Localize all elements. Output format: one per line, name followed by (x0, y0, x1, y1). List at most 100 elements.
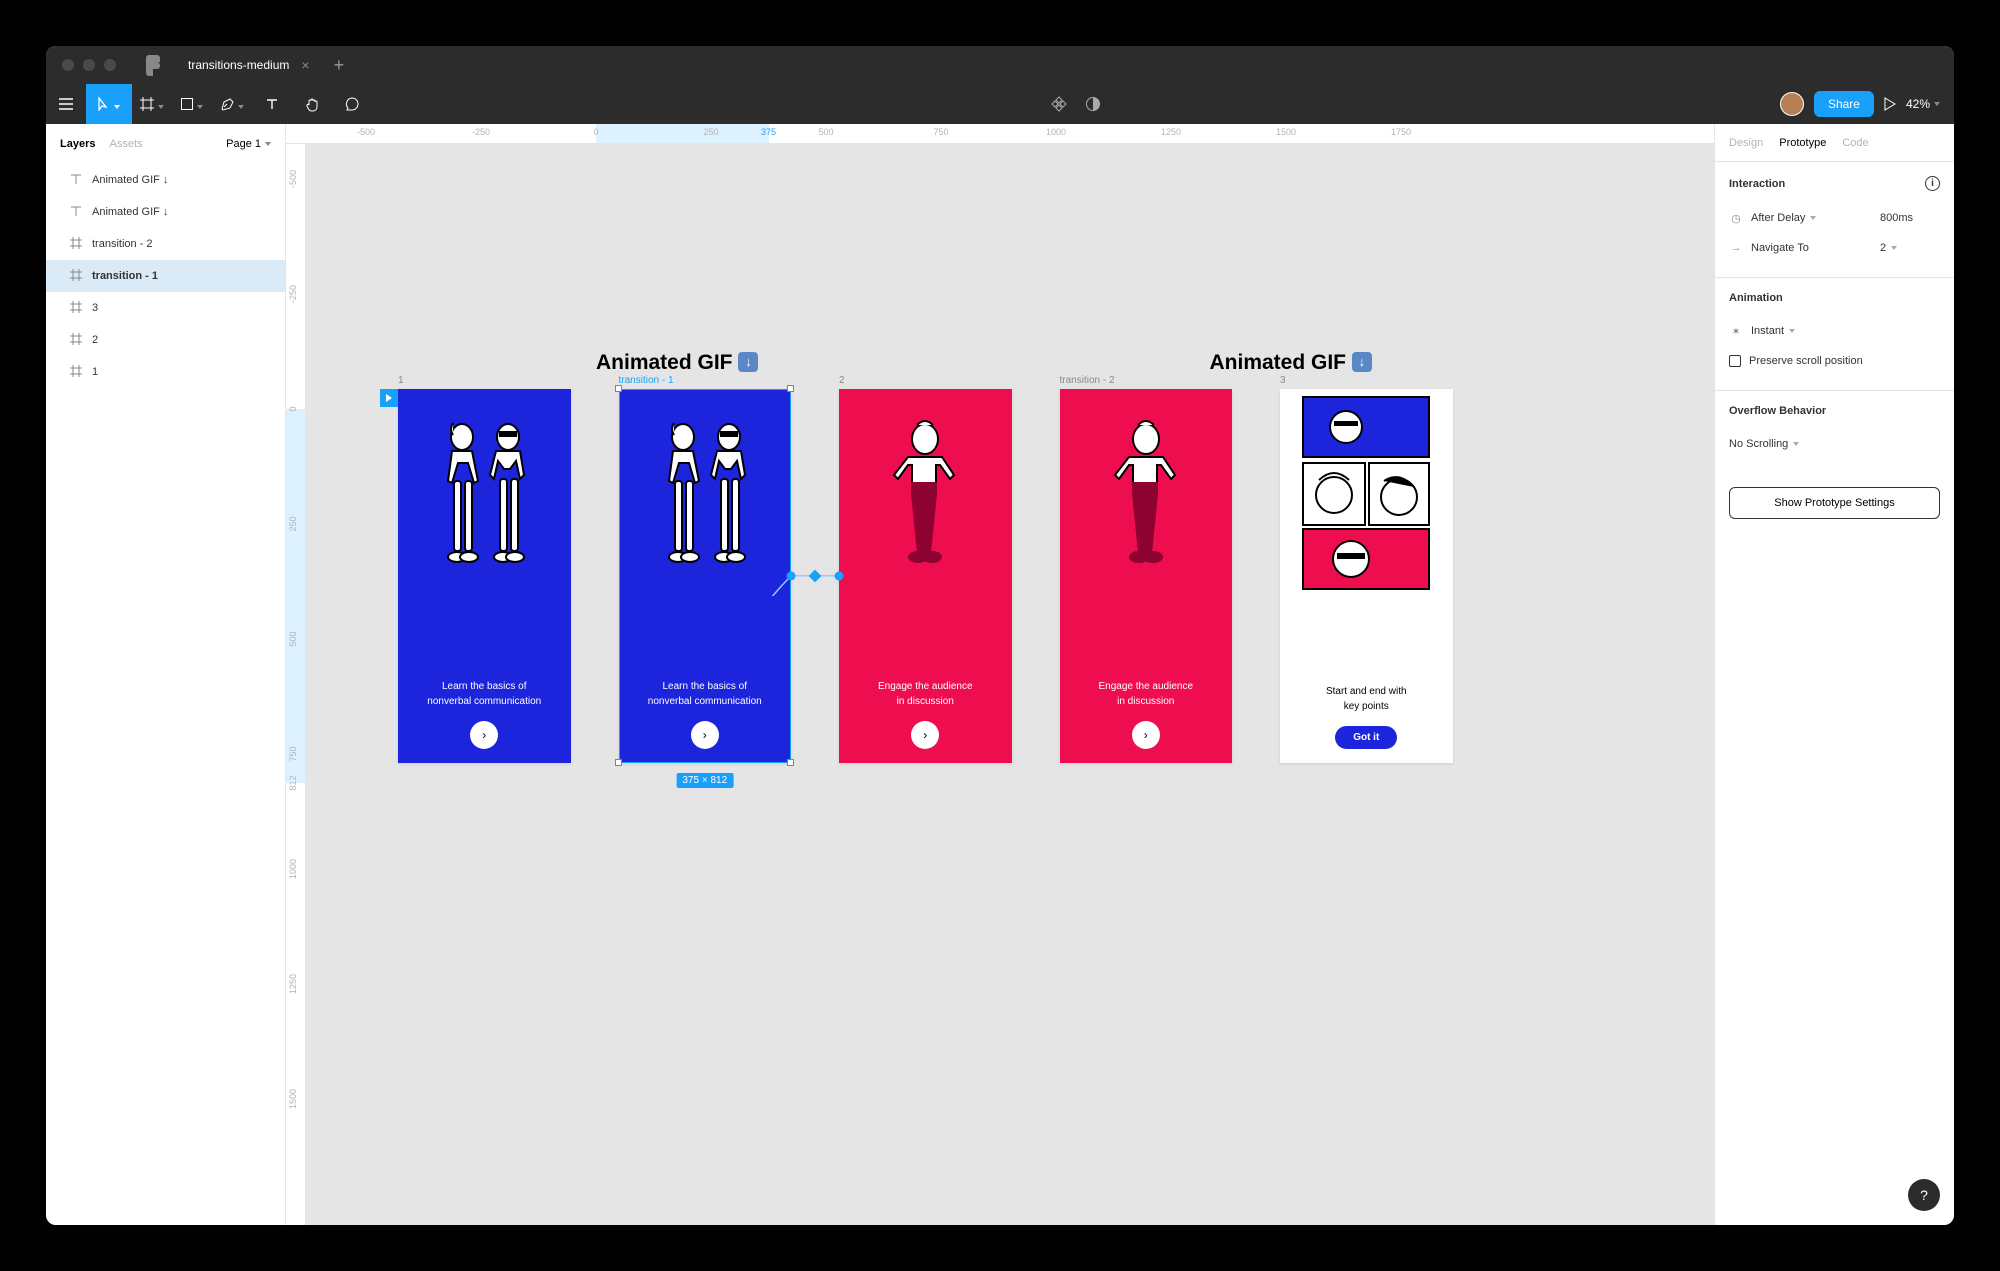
connection-node[interactable] (787, 571, 796, 580)
layer-row[interactable]: 1 (46, 356, 285, 388)
assets-tab[interactable]: Assets (109, 138, 142, 150)
present-button[interactable] (1884, 84, 1896, 124)
frame-label[interactable]: transition - 1 (619, 375, 674, 386)
add-tab-button[interactable]: + (324, 55, 355, 76)
frame[interactable]: Learn the basics ofnonverbal communicati… (619, 389, 792, 763)
frame-tool-button[interactable] (132, 84, 172, 124)
page-dropdown[interactable]: Page 1 (226, 138, 271, 150)
ruler-tick: 1250 (288, 974, 298, 994)
animation-type-row[interactable]: ✶ Instant (1729, 316, 1940, 346)
frame[interactable]: Engage the audiencein discussion › (1060, 389, 1233, 763)
hand-tool-button[interactable] (292, 84, 332, 124)
next-button[interactable]: › (911, 721, 939, 749)
ruler-tick: 1000 (288, 859, 298, 879)
toolbar-left (46, 84, 372, 124)
preserve-scroll-row[interactable]: Preserve scroll position (1729, 346, 1940, 376)
frame-label[interactable]: 2 (839, 375, 845, 386)
hamburger-menu-button[interactable] (46, 84, 86, 124)
show-prototype-settings-button[interactable]: Show Prototype Settings (1729, 487, 1940, 519)
ruler-tick: 1000 (1046, 127, 1066, 137)
layer-row[interactable]: Animated GIF ↓ (46, 196, 285, 228)
frame-icon (70, 237, 82, 252)
layer-row[interactable]: Animated GIF ↓ (46, 164, 285, 196)
ruler-tick: 1500 (288, 1089, 298, 1109)
move-tool-button[interactable] (86, 84, 132, 124)
frame-caption: Engage the audiencein discussion (1098, 679, 1193, 709)
prototype-tab[interactable]: Prototype (1779, 137, 1826, 149)
selection-handle[interactable] (787, 759, 794, 766)
mask-icon[interactable] (1085, 84, 1101, 124)
down-arrow-emoji-icon (738, 352, 758, 372)
stage[interactable]: Animated GIF Animated GIF 1 Learn the ba… (306, 144, 1714, 1225)
action-value[interactable]: 2 (1880, 242, 1940, 254)
layer-row[interactable]: transition - 2 (46, 228, 285, 260)
frame[interactable]: Learn the basics ofnonverbal communicati… (398, 389, 571, 763)
animation-section: Animation ✶ Instant Preserve scroll posi… (1715, 278, 1954, 391)
shape-tool-button[interactable] (172, 84, 212, 124)
text-tool-button[interactable] (252, 84, 292, 124)
overflow-title: Overflow Behavior (1729, 405, 1826, 417)
action-row[interactable]: → Navigate To 2 (1729, 233, 1940, 263)
body: Layers Assets Page 1 Animated GIF ↓Anima… (46, 124, 1954, 1225)
frame-label[interactable]: 3 (1280, 375, 1286, 386)
file-tab[interactable]: transitions-medium × (178, 46, 320, 84)
trigger-value[interactable]: 800ms (1880, 212, 1940, 224)
frame[interactable]: Start and end withkey pointsGot it (1280, 389, 1453, 763)
window-controls[interactable] (46, 59, 132, 71)
illustration (619, 417, 792, 582)
connection-midpoint[interactable] (809, 569, 822, 582)
comment-tool-button[interactable] (332, 84, 372, 124)
trigger-row[interactable]: ◷ After Delay 800ms (1729, 203, 1940, 233)
zoom-dropdown[interactable]: 42% (1906, 97, 1940, 111)
layer-row[interactable]: transition - 1 (46, 260, 285, 292)
layers-panel-header: Layers Assets Page 1 (46, 124, 285, 164)
frame-label[interactable]: 1 (398, 375, 404, 386)
ruler-tick: 1750 (1391, 127, 1411, 137)
ruler-tick: -500 (288, 170, 298, 188)
design-tab[interactable]: Design (1729, 137, 1763, 149)
canvas[interactable]: -500-25002503755007501000125015001750 -5… (286, 124, 1714, 1225)
layer-row[interactable]: 3 (46, 292, 285, 324)
tab-bar: transitions-medium × + (160, 46, 354, 84)
interaction-title: Interaction (1729, 178, 1785, 190)
overflow-section: Overflow Behavior No Scrolling (1715, 391, 1954, 473)
next-button[interactable]: › (470, 721, 498, 749)
toolbar: Share 42% (46, 84, 1954, 124)
help-button[interactable]: ? (1908, 1179, 1940, 1211)
canvas-heading-left: Animated GIF (596, 351, 758, 375)
animation-title: Animation (1729, 292, 1783, 304)
next-button[interactable]: › (691, 721, 719, 749)
layer-row[interactable]: 2 (46, 324, 285, 356)
frame-label[interactable]: transition - 2 (1060, 375, 1115, 386)
selection-handle[interactable] (615, 759, 622, 766)
layer-label: transition - 2 (92, 238, 153, 250)
ruler-tick: 250 (288, 516, 298, 531)
ruler-tick: 0 (288, 406, 298, 411)
overflow-value-row[interactable]: No Scrolling (1729, 429, 1940, 459)
next-button[interactable]: › (1132, 721, 1160, 749)
share-button[interactable]: Share (1814, 91, 1874, 117)
arrow-right-icon: → (1729, 242, 1743, 254)
code-tab[interactable]: Code (1842, 137, 1868, 149)
figma-window: transitions-medium × + (46, 46, 1954, 1225)
properties-panel: Design Prototype Code Interaction i ◷ Aft… (1714, 124, 1954, 1225)
connection-node[interactable] (835, 571, 844, 580)
flow-start-badge[interactable] (380, 389, 398, 407)
pen-tool-button[interactable] (212, 84, 252, 124)
layers-tab[interactable]: Layers (60, 138, 95, 150)
close-tab-icon[interactable]: × (301, 57, 309, 73)
overflow-value: No Scrolling (1729, 438, 1940, 450)
user-avatar[interactable] (1780, 92, 1804, 116)
ruler-tick: 1500 (1276, 127, 1296, 137)
preserve-scroll-checkbox[interactable] (1729, 355, 1741, 367)
info-icon[interactable]: i (1925, 176, 1940, 191)
illustration (839, 417, 1012, 582)
component-icon[interactable] (1051, 84, 1067, 124)
selection-handle[interactable] (787, 385, 794, 392)
ruler-tick: 812 (288, 775, 298, 790)
frame[interactable]: Engage the audiencein discussion› (839, 389, 1012, 763)
got-it-button[interactable]: Got it (1335, 726, 1397, 749)
ruler-tick: 750 (933, 127, 948, 137)
selection-handle[interactable] (615, 385, 622, 392)
animation-type: Instant (1751, 325, 1940, 337)
